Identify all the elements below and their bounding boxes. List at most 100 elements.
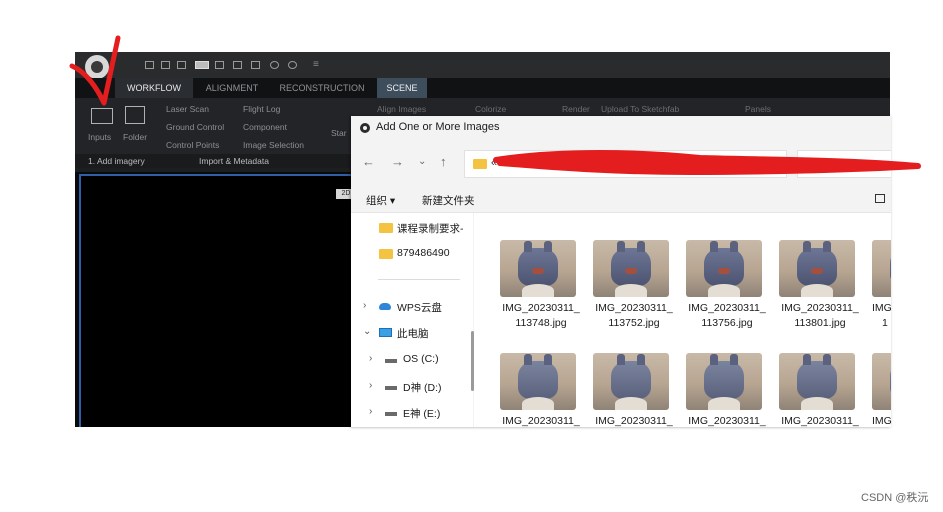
group-add-imagery: 1. Add imagery [88, 156, 145, 166]
sidebar-item-label: E神 (E:) [403, 408, 441, 420]
redo-icon[interactable] [288, 61, 297, 69]
file-name: IMG [872, 415, 891, 427]
chevron-down-icon[interactable]: ⌄ [418, 156, 426, 167]
file-thumbnail [500, 240, 576, 297]
sidebar-item-label: D神 (D:) [403, 382, 442, 394]
folder-icon [379, 249, 393, 259]
watermark: CSDN @秩沅 [861, 492, 929, 504]
file-thumbnail [686, 240, 762, 297]
folder-icon [473, 159, 487, 169]
file-thumbnail [779, 353, 855, 410]
up-arrow-icon[interactable]: ↑ [440, 154, 447, 169]
tab-scene[interactable]: SCENE [377, 78, 427, 98]
organize-button[interactable]: 组织 ▾ [366, 193, 395, 208]
chevron-right-icon[interactable]: › [363, 300, 366, 311]
new-folder-button[interactable]: 新建文件夹 [422, 193, 475, 208]
forward-arrow-icon[interactable]: → [391, 154, 404, 169]
navigation-bar: ← → ⌄ ↑ « [351, 144, 891, 180]
sidebar-item-drive-c[interactable]: › OS (C:) [351, 351, 473, 369]
sidebar-item-label: WPS云盘 [397, 302, 442, 314]
file-name: IMG_20230311_ 113801.jpg [781, 302, 859, 329]
layout-icon[interactable] [177, 61, 186, 69]
control-points-button[interactable]: Control Points [166, 140, 219, 150]
file-thumbnail [593, 240, 669, 297]
layout-icon[interactable] [161, 61, 170, 69]
file-name: IMG_20230311_ [595, 415, 673, 427]
layout-icon[interactable] [195, 61, 209, 69]
file-name: IMG_20230311_ [688, 415, 766, 427]
ground-control-button[interactable]: Ground Control [166, 122, 224, 132]
address-bar[interactable]: « [464, 150, 787, 178]
customize-icon[interactable]: ≡ [313, 59, 319, 70]
panels-button[interactable]: Panels [745, 104, 771, 114]
tab-reconstruction[interactable]: RECONSTRUCTION [271, 78, 373, 98]
dialog-titlebar: Add One or More Images [351, 116, 891, 141]
start-button[interactable]: Star [331, 128, 347, 138]
sidebar-item-drive-e[interactable]: › E神 (E:) [351, 404, 473, 422]
address-breadcrumb: « [491, 157, 498, 169]
drive-icon [385, 386, 397, 390]
component-button[interactable]: Component [243, 122, 287, 132]
inputs-icon[interactable] [91, 108, 113, 124]
render-button[interactable]: Render [562, 104, 590, 114]
folder-icon [379, 223, 393, 233]
chevron-right-icon[interactable]: › [369, 380, 372, 391]
sidebar-divider [378, 279, 460, 280]
back-arrow-icon[interactable]: ← [362, 154, 375, 169]
navigation-pane: 课程录制要求- 879486490 › WPS云盘 ⌄ 此电脑 › OS (C:… [351, 213, 474, 427]
drive-icon [385, 412, 397, 416]
file-thumbnail [593, 353, 669, 410]
ribbon-tabs: WORKFLOW ALIGNMENT RECONSTRUCTION SCENE [75, 78, 890, 98]
computer-icon [379, 328, 392, 337]
align-images-button[interactable]: Align Images [377, 104, 426, 114]
folder-button[interactable]: Folder [123, 132, 147, 142]
group-import-metadata: Import & Metadata [199, 156, 269, 166]
image-selection-button[interactable]: Image Selection [243, 140, 304, 150]
file-name: IMG 1 [872, 302, 891, 329]
sidebar-item-this-pc[interactable]: ⌄ 此电脑 [351, 324, 473, 342]
flight-log-button[interactable]: Flight Log [243, 104, 280, 114]
file-thumbnail [500, 353, 576, 410]
sidebar-item-drive-d[interactable]: › D神 (D:) [351, 378, 473, 396]
sidebar-item-label: 879486490 [397, 247, 450, 259]
file-thumbnail [872, 353, 891, 410]
colorize-button[interactable]: Colorize [475, 104, 506, 114]
file-thumbnail [686, 353, 762, 410]
app-logo-icon[interactable] [85, 55, 109, 79]
file-list: IMG_20230311_ 113748.jpg IMG_20230311_ 113… [474, 213, 891, 427]
undo-icon[interactable] [270, 61, 279, 69]
tab-workflow[interactable]: WORKFLOW [115, 78, 193, 98]
file-thumbnail [779, 240, 855, 297]
folder-icon[interactable] [125, 106, 145, 124]
chevron-down-icon[interactable]: ⌄ [363, 326, 371, 337]
add-images-dialog: Add One or More Images ← → ⌄ ↑ « 组织 ▾ 新建… [351, 116, 891, 427]
layout-icon[interactable] [215, 61, 224, 69]
inputs-button[interactable]: Inputs [88, 132, 111, 142]
file-name: IMG_20230311_ [781, 415, 859, 427]
file-name: IMG_20230311_ [502, 415, 580, 427]
sidebar-item-label: 此电脑 [397, 328, 429, 340]
file-name: IMG_20230311_ 113748.jpg [502, 302, 580, 329]
file-name: IMG_20230311_ 113752.jpg [595, 302, 673, 329]
laser-scan-button[interactable]: Laser Scan [166, 104, 209, 114]
layout-icon[interactable] [233, 61, 242, 69]
upload-sketchfab-button[interactable]: Upload To Sketchfab [601, 104, 679, 114]
file-thumbnail [872, 240, 891, 297]
dialog-title: Add One or More Images [376, 121, 500, 133]
file-name: IMG_20230311_ 113756.jpg [688, 302, 766, 329]
layout-icon[interactable] [251, 61, 260, 69]
chevron-right-icon[interactable]: › [369, 406, 372, 417]
quick-access-toolbar: ≡ [75, 52, 890, 79]
sidebar-item-folder-879486490[interactable]: 879486490 [351, 245, 473, 263]
tab-alignment[interactable]: ALIGNMENT [193, 78, 271, 98]
view-mode-icon[interactable] [875, 194, 885, 203]
sidebar-item-folder-course[interactable]: 课程录制要求- [351, 219, 473, 237]
cloud-icon [379, 303, 391, 310]
search-input[interactable] [797, 150, 891, 178]
sidebar-item-label: OS (C:) [403, 353, 439, 365]
chevron-right-icon[interactable]: › [369, 353, 372, 364]
sidebar-item-wps-cloud[interactable]: › WPS云盘 [351, 298, 473, 316]
viewport-2d[interactable]: 2D [79, 174, 356, 427]
layout-icon[interactable] [145, 61, 154, 69]
command-bar: 组织 ▾ 新建文件夹 [351, 186, 891, 213]
